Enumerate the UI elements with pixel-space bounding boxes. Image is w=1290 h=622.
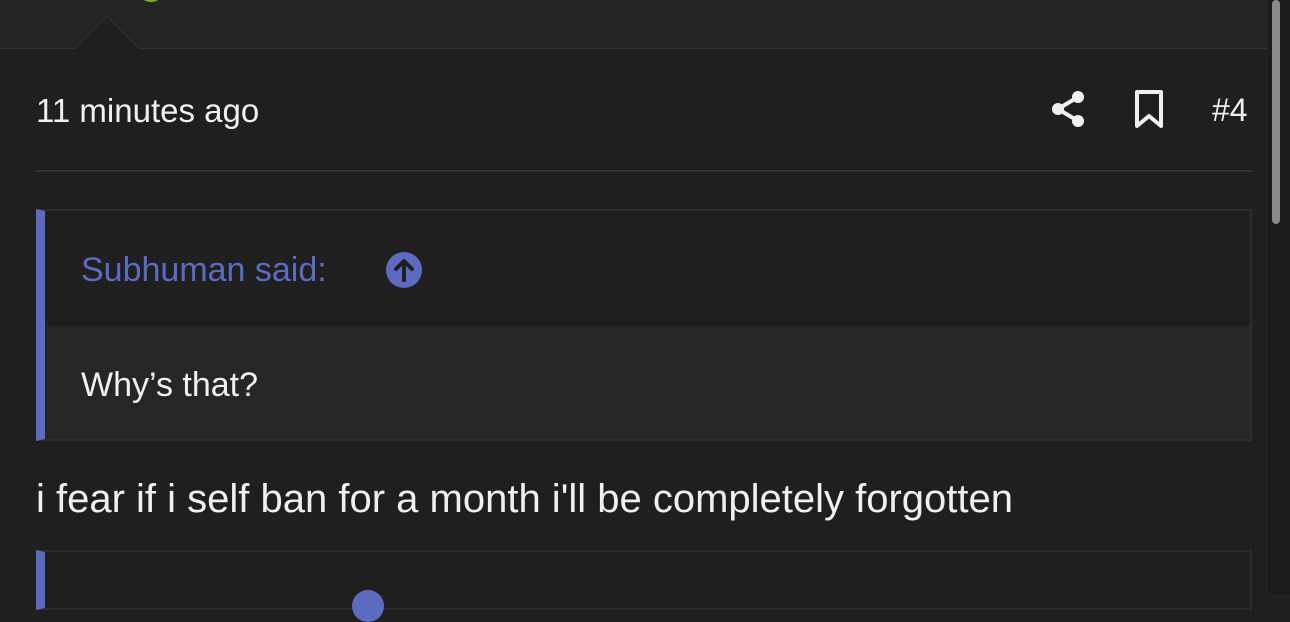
post-header-divider [36,170,1252,172]
quote-content: Why’s that? [45,326,1250,439]
online-status-dot [141,0,161,2]
quote-text: Why’s that? [81,366,259,404]
quote-author-link[interactable]: Subhuman said: [81,251,327,290]
post-number-link[interactable]: #4 [1212,92,1248,129]
post-message: i fear if i self ban for a month i'll be… [36,477,1014,521]
quote-header: Subhuman said: [45,211,1250,326]
scrollbar-thumb[interactable] [1272,0,1280,224]
bookmark-icon[interactable] [1133,89,1165,129]
previous-post-footer [0,0,1268,49]
reply-pointer [74,16,140,49]
quote-block: Subhuman said: Why’s that? [36,209,1252,441]
next-quote-block [36,550,1252,610]
share-icon[interactable] [1050,90,1086,128]
arrow-up-circle-icon[interactable] [385,251,423,289]
post-timestamp[interactable]: 11 minutes ago [36,92,259,130]
